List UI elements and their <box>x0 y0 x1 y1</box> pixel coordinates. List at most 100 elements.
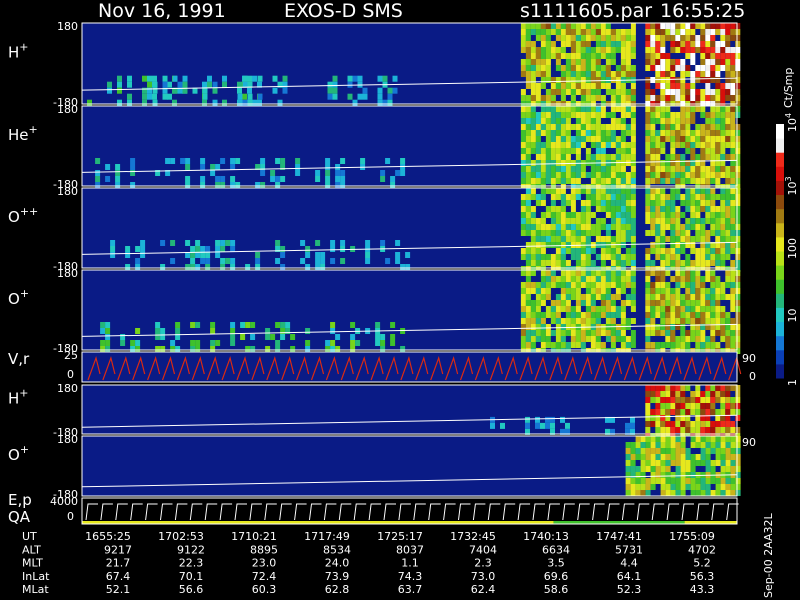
spectrogram-cell <box>545 306 551 312</box>
spectrogram-cell <box>605 294 611 300</box>
spectrogram-cell <box>655 421 661 427</box>
spectrogram-cell <box>650 106 656 112</box>
spectrogram-cell <box>555 294 561 300</box>
spectrogram-cell <box>660 218 666 224</box>
spectrogram-cell <box>555 206 561 212</box>
spectrogram-cell <box>610 112 616 118</box>
spectrogram-cell <box>655 242 661 248</box>
spectrogram-cell <box>630 136 636 142</box>
spectrogram-cell <box>735 194 741 200</box>
spectrogram-cell <box>620 200 626 206</box>
spectrogram-cell <box>350 346 356 352</box>
spectrogram-cell <box>525 224 531 230</box>
spectrogram-cell <box>655 47 661 53</box>
spectrogram-cell <box>550 29 556 35</box>
spectrogram-cell <box>620 89 626 95</box>
spectrogram-cell <box>605 306 611 312</box>
spectrogram-cell <box>550 330 556 336</box>
spectrogram-cell <box>580 342 586 348</box>
spectrogram-cell <box>660 330 666 336</box>
spectrogram-cell <box>575 83 581 89</box>
spectrogram-cell <box>530 218 536 224</box>
spectrogram-cell <box>725 318 731 324</box>
spectrogram-cell <box>690 472 696 478</box>
spectrogram-cell <box>690 53 696 59</box>
spectrogram-cell <box>615 178 621 184</box>
spectrogram-cell <box>695 336 701 342</box>
spectrogram-cell <box>340 258 346 264</box>
spectrogram-cell <box>695 200 701 206</box>
spectrogram-cell <box>610 300 616 306</box>
spectrogram-cell <box>550 276 556 282</box>
spectrogram-cell <box>675 65 681 71</box>
spectrogram-cell <box>610 124 616 130</box>
spectrogram-cell <box>680 230 686 236</box>
spectrogram-cell <box>685 276 691 282</box>
spectrogram-cell <box>615 276 621 282</box>
spectrogram-cell <box>560 224 566 230</box>
spectrogram-cell <box>625 478 631 484</box>
spectrogram-cell <box>730 124 736 130</box>
spectrogram-cell <box>255 258 261 264</box>
spectrogram-cell <box>665 154 671 160</box>
spectrogram-cell <box>535 242 541 248</box>
spectrogram-cell <box>660 448 666 454</box>
spectrogram-cell <box>735 142 741 148</box>
spectrogram-cell <box>735 236 741 242</box>
spectrogram-cell <box>650 172 656 178</box>
spectrogram-cell <box>690 71 696 77</box>
spectrogram-cell <box>645 415 651 421</box>
spectrogram-cell <box>555 89 561 95</box>
spectrogram-cell <box>655 397 661 403</box>
spectrogram-cell <box>730 336 736 342</box>
spectrogram-cell <box>735 248 741 254</box>
spectrogram-cell <box>735 188 741 194</box>
spectrogram-cell <box>665 59 671 65</box>
spectrogram-cell <box>600 41 606 47</box>
spectrogram-cell <box>540 288 546 294</box>
spectrogram-cell <box>715 282 721 288</box>
spectrogram-cell <box>725 212 731 218</box>
spectrogram-cell <box>385 158 391 164</box>
spectrogram-cell <box>665 436 671 442</box>
spectrogram-cell <box>300 258 306 264</box>
spectrogram-cell <box>280 158 286 164</box>
spectrogram-cell <box>675 166 681 172</box>
spectrogram-cell <box>560 242 566 248</box>
spectrogram-cell <box>590 53 596 59</box>
spectrogram-cell <box>340 158 346 164</box>
spectrogram-cell <box>590 178 596 184</box>
spectrogram-cell <box>725 403 731 409</box>
spectrogram-cell <box>730 318 736 324</box>
spectrogram-cell <box>580 294 586 300</box>
spectrogram-cell <box>670 118 676 124</box>
spectrogram-cell <box>570 230 576 236</box>
spectrogram-cell <box>665 466 671 472</box>
spectrogram-cell <box>665 312 671 318</box>
spectrogram-cell <box>690 318 696 324</box>
spectrogram-cell <box>710 282 716 288</box>
spectrogram-cell <box>720 112 726 118</box>
spectrogram-cell <box>195 322 201 328</box>
spectrogram-cell <box>725 65 731 71</box>
spectrogram-cell <box>710 154 716 160</box>
spectrogram-cell <box>685 41 691 47</box>
spectrogram-cell <box>615 336 621 342</box>
spectrogram-cell <box>670 89 676 95</box>
spectrogram-cell <box>730 484 736 490</box>
spectrogram-cell <box>590 124 596 130</box>
spectrogram-cell <box>680 260 686 266</box>
spectrogram-cell <box>200 258 206 264</box>
spectrogram-cell <box>530 330 536 336</box>
spectrogram-cell <box>725 172 731 178</box>
spectrogram-cell <box>95 176 101 182</box>
spectrogram-cell <box>575 342 581 348</box>
spectrogram-cell <box>590 300 596 306</box>
spectrogram-cell <box>182 75 188 82</box>
spectrogram-cell <box>665 342 671 348</box>
spectrogram-cell <box>710 306 716 312</box>
spectrogram-cell <box>690 288 696 294</box>
spectrogram-cell <box>172 75 178 82</box>
spectrogram-cell <box>710 318 716 324</box>
spectrogram-cell <box>675 312 681 318</box>
